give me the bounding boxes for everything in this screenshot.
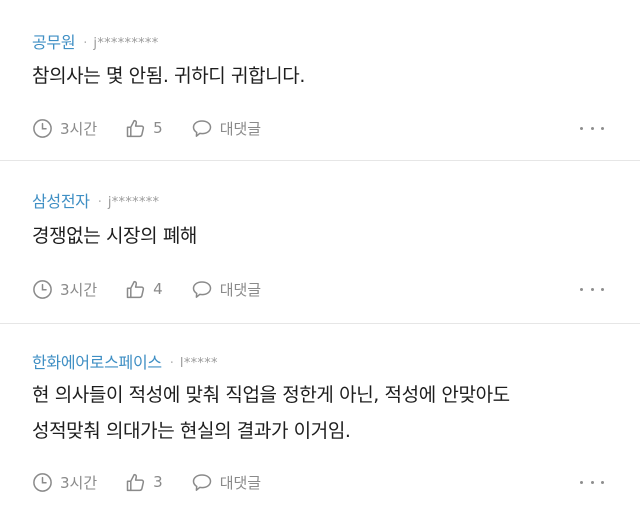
more-horizontal-icon <box>580 287 583 291</box>
comment-user-id: j********* <box>93 35 159 51</box>
reply-label: 대댓글 <box>219 473 262 492</box>
comment-text: 참의사는 몇 안됨. 귀하디 귀합니다. <box>32 58 622 94</box>
time-stamp: 3시간 <box>32 279 97 300</box>
meta-separator: · <box>169 355 174 371</box>
reply-label: 대댓글 <box>219 280 262 299</box>
clock-icon <box>33 279 52 299</box>
thumbs-up-icon <box>126 280 145 298</box>
thumbs-up-icon <box>126 119 145 137</box>
comment-author[interactable]: 삼성전자 <box>32 192 90 212</box>
comment-author[interactable]: 공무원 <box>32 33 76 53</box>
reply-button[interactable]: 대댓글 <box>191 118 261 139</box>
comment-text-line: 경쟁없는 시장의 폐해 <box>32 225 197 247</box>
comment-text-line: 참의사는 몇 안됨. 귀하디 귀합니다. <box>32 65 305 87</box>
comment-actions: 3시간 5 대댓글 <box>32 115 289 141</box>
like-button[interactable]: 3 <box>125 472 163 493</box>
comment-actions: 3시간 3 대댓글 <box>32 469 289 495</box>
comment-meta: 삼성전자 · j******* <box>32 191 159 213</box>
clock-icon <box>33 472 52 492</box>
more-horizontal-icon <box>580 480 583 484</box>
comment-text-line: 성적맞춰 의대가는 현실의 결과가 이거임. <box>32 420 351 442</box>
like-count: 3 <box>153 473 163 491</box>
time-label: 3시간 <box>60 473 98 492</box>
comment-meta: 한화에어로스페이스 · l***** <box>32 352 218 374</box>
reply-button[interactable]: 대댓글 <box>191 472 261 493</box>
comment-item: 삼성전자 · j******* 경쟁없는 시장의 폐해 3시간 4 대댓글 <box>0 161 640 323</box>
comment-text: 경쟁없는 시장의 폐해 <box>32 218 622 254</box>
comment-meta: 공무원 · j********* <box>32 32 159 54</box>
comment-text-line: 현 의사들이 적성에 맞춰 직업을 정한게 아닌, 적성에 안맞아도 <box>32 384 510 406</box>
like-button[interactable]: 5 <box>125 118 163 139</box>
comment-text: 현 의사들이 적성에 맞춰 직업을 정한게 아닌, 적성에 안맞아도 성적맞춰 … <box>32 377 622 449</box>
like-count: 4 <box>153 280 163 298</box>
clock-icon <box>33 118 52 138</box>
reply-button[interactable]: 대댓글 <box>191 279 261 300</box>
meta-separator: · <box>83 35 88 51</box>
more-options-button[interactable] <box>580 118 604 138</box>
thumbs-up-icon <box>126 473 145 491</box>
speech-bubble-icon <box>192 473 211 491</box>
reply-label: 대댓글 <box>219 119 262 138</box>
time-label: 3시간 <box>60 280 98 299</box>
comment-item: 한화에어로스페이스 · l***** 현 의사들이 적성에 맞춰 직업을 정한게… <box>0 324 640 511</box>
more-horizontal-icon <box>580 126 583 130</box>
time-label: 3시간 <box>60 119 98 138</box>
comment-user-id: j******* <box>107 194 160 210</box>
more-options-button[interactable] <box>580 472 604 492</box>
speech-bubble-icon <box>192 280 211 298</box>
comment-author[interactable]: 한화에어로스페이스 <box>32 353 162 373</box>
comment-item: 공무원 · j********* 참의사는 몇 안됨. 귀하디 귀합니다. 3시… <box>0 0 640 160</box>
comment-actions: 3시간 4 대댓글 <box>32 276 289 302</box>
comment-user-id: l***** <box>179 355 218 371</box>
time-stamp: 3시간 <box>32 118 97 139</box>
meta-separator: · <box>97 194 102 210</box>
time-stamp: 3시간 <box>32 472 97 493</box>
speech-bubble-icon <box>192 119 211 137</box>
like-count: 5 <box>153 119 163 137</box>
like-button[interactable]: 4 <box>125 279 163 300</box>
more-options-button[interactable] <box>580 279 604 299</box>
